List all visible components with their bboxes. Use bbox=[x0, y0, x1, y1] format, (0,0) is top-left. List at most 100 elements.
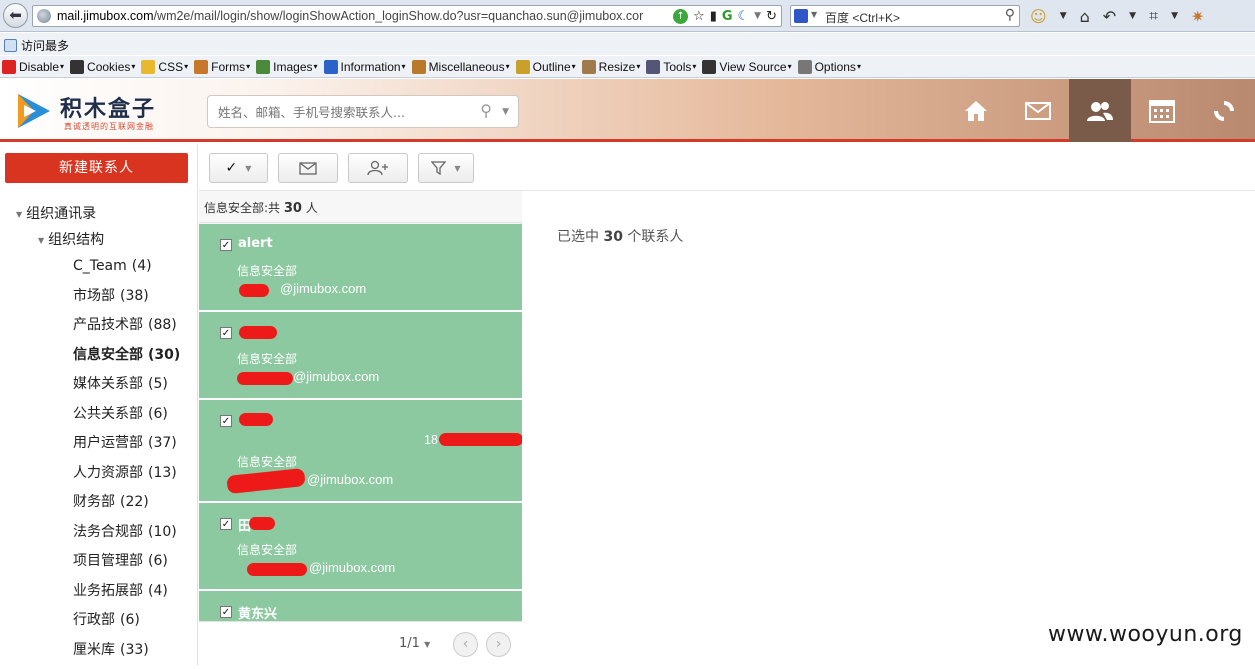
calendar-icon[interactable] bbox=[1131, 79, 1193, 142]
contact-search-input[interactable] bbox=[218, 103, 458, 121]
dropdown-icon[interactable]: ▼ bbox=[754, 11, 761, 21]
department-item[interactable]: 业务拓展部(4) bbox=[73, 581, 180, 611]
reload-icon[interactable]: ↻ bbox=[766, 9, 777, 24]
contact-card[interactable]: ✓ 黄东兴 bbox=[199, 591, 522, 621]
list-header-count: 30 bbox=[284, 201, 302, 216]
chevron-down-icon: ▾ bbox=[636, 62, 640, 71]
web-search-box[interactable]: ▼ 百度 <Ctrl+K> ⚲ bbox=[790, 5, 1020, 27]
new-contact-button[interactable]: 新建联系人 bbox=[5, 153, 188, 183]
contact-card[interactable]: ✓ 18 信息安全部 @jimubox.com bbox=[199, 400, 522, 503]
department-item[interactable]: C_Team(4) bbox=[73, 256, 180, 286]
g-icon[interactable]: G bbox=[722, 9, 733, 24]
filter-button[interactable]: ▼ bbox=[418, 153, 474, 183]
search-options-icon[interactable]: ▼ bbox=[502, 107, 509, 117]
send-mail-button[interactable] bbox=[278, 153, 338, 183]
search-icon[interactable]: ⚲ bbox=[1005, 7, 1015, 23]
resize-icon bbox=[582, 60, 596, 74]
department-item[interactable]: 媒体关系部(5) bbox=[73, 374, 180, 404]
mail-icon[interactable] bbox=[1007, 79, 1069, 142]
department-name: 厘米库 bbox=[73, 642, 115, 658]
devbar-cookies[interactable]: Cookies▾ bbox=[70, 60, 135, 74]
contact-name: 黄东兴 bbox=[238, 603, 277, 621]
list-header-suffix: 人 bbox=[306, 201, 318, 215]
site-identity-icon[interactable] bbox=[37, 9, 51, 23]
department-item[interactable]: 公共关系部(6) bbox=[73, 404, 180, 434]
home-icon[interactable]: ⌂ bbox=[1080, 7, 1090, 26]
department-count: (10) bbox=[148, 524, 177, 540]
devbar-css[interactable]: CSS▾ bbox=[141, 60, 188, 74]
contact-checkbox[interactable]: ✓ bbox=[220, 606, 232, 618]
bookmark-most-visited[interactable]: 访问最多 bbox=[4, 37, 69, 54]
crop-dropdown-icon[interactable]: ▼ bbox=[1171, 11, 1178, 21]
devbar-forms[interactable]: Forms▾ bbox=[194, 60, 250, 74]
department-item[interactable]: 行政部(6) bbox=[73, 610, 180, 640]
filter-icon bbox=[431, 161, 446, 175]
tree-org-structure[interactable]: ▼组织结构 bbox=[38, 229, 104, 249]
department-item[interactable]: 人力资源部(13) bbox=[73, 463, 180, 493]
devbar-resize[interactable]: Resize▾ bbox=[582, 60, 641, 74]
engine-dropdown-icon[interactable]: ▼ bbox=[811, 10, 817, 19]
menu-dropdown-icon[interactable]: ▼ bbox=[1060, 11, 1067, 21]
contact-checkbox[interactable]: ✓ bbox=[220, 239, 232, 251]
add-contact-button[interactable] bbox=[348, 153, 408, 183]
devbar-tools[interactable]: Tools▾ bbox=[646, 60, 696, 74]
prev-page-button[interactable]: ‹ bbox=[453, 632, 478, 657]
expanded-triangle-icon[interactable]: ▼ bbox=[38, 236, 44, 245]
crop-icon[interactable]: ⌗ bbox=[1149, 6, 1158, 26]
contact-card[interactable]: ✓ 田 信息安全部 @jimubox.com bbox=[199, 503, 522, 591]
undo-icon[interactable]: ↶ bbox=[1103, 7, 1116, 26]
undo-dropdown-icon[interactable]: ▼ bbox=[1129, 11, 1136, 21]
images-icon bbox=[256, 60, 270, 74]
contact-checkbox[interactable]: ✓ bbox=[220, 415, 232, 427]
expanded-triangle-icon[interactable]: ▼ bbox=[16, 210, 22, 219]
go-icon[interactable]: ↑ bbox=[673, 9, 688, 24]
department-item[interactable]: 财务部(22) bbox=[73, 492, 180, 522]
department-name: 用户运营部 bbox=[73, 435, 143, 451]
chevron-down-icon: ▾ bbox=[788, 62, 792, 71]
baidu-icon[interactable] bbox=[794, 9, 808, 23]
search-icon[interactable]: ⚲ bbox=[480, 101, 492, 120]
department-name: 市场部 bbox=[73, 288, 115, 304]
devbar-images[interactable]: Images▾ bbox=[256, 60, 317, 74]
addon-icon[interactable]: ✷ bbox=[1191, 7, 1204, 26]
department-item[interactable]: 用户运营部(37) bbox=[73, 433, 180, 463]
department-item[interactable]: 产品技术部(88) bbox=[73, 315, 180, 345]
department-item[interactable]: 信息安全部(30) bbox=[73, 345, 180, 375]
home-icon[interactable] bbox=[945, 79, 1007, 142]
url-text[interactable]: mail.jimubox.com/wm2e/mail/login/show/lo… bbox=[57, 9, 669, 23]
contact-card[interactable]: ✓ alert 信息安全部 @jimubox.com bbox=[199, 224, 522, 312]
moon-icon[interactable]: ☾ bbox=[738, 9, 750, 24]
department-item[interactable]: 市场部(38) bbox=[73, 286, 180, 316]
department-item[interactable]: 项目管理部(6) bbox=[73, 551, 180, 581]
contact-checkbox[interactable]: ✓ bbox=[220, 327, 232, 339]
add-user-icon bbox=[367, 160, 389, 176]
sync-icon[interactable] bbox=[1193, 79, 1255, 142]
devbar-options[interactable]: Options▾ bbox=[798, 60, 861, 74]
devbar-information[interactable]: Information▾ bbox=[324, 60, 406, 74]
select-all-button[interactable]: ✓▼ bbox=[209, 153, 268, 183]
chevron-down-icon: ▾ bbox=[692, 62, 696, 71]
contact-card[interactable]: ✓ 信息安全部 @jimubox.com bbox=[199, 312, 522, 400]
tree-org-directory[interactable]: ▼ 组织通讯录 bbox=[16, 203, 96, 223]
department-item[interactable]: 法务合规部(10) bbox=[73, 522, 180, 552]
tree-root-label: 组织通讯录 bbox=[26, 206, 96, 222]
address-bar[interactable]: mail.jimubox.com/wm2e/mail/login/show/lo… bbox=[32, 5, 782, 27]
devbar-outline[interactable]: Outline▾ bbox=[516, 60, 576, 74]
devbar-disable[interactable]: Disable▾ bbox=[2, 60, 64, 74]
redaction-mark bbox=[239, 284, 269, 297]
star-icon[interactable]: ☆ bbox=[693, 9, 705, 24]
devbar-view-source[interactable]: View Source▾ bbox=[702, 60, 791, 74]
smiley-icon[interactable]: ☺ bbox=[1030, 7, 1047, 26]
department-count: (33) bbox=[120, 642, 149, 658]
redaction-mark bbox=[247, 563, 307, 576]
contact-checkbox[interactable]: ✓ bbox=[220, 518, 232, 530]
phone-icon[interactable]: ▮ bbox=[710, 9, 717, 24]
back-button[interactable]: ⬅ bbox=[3, 3, 28, 28]
chevron-down-icon: ▾ bbox=[131, 62, 135, 71]
next-page-button[interactable]: › bbox=[486, 632, 511, 657]
logo[interactable]: 积木盒子 真诚透明的互联网金融 bbox=[14, 87, 174, 135]
contacts-icon[interactable] bbox=[1069, 79, 1131, 142]
page-select[interactable]: 1/1 ▼ bbox=[399, 636, 430, 651]
department-name: 公共关系部 bbox=[73, 406, 143, 422]
devbar-miscellaneous[interactable]: Miscellaneous▾ bbox=[412, 60, 510, 74]
